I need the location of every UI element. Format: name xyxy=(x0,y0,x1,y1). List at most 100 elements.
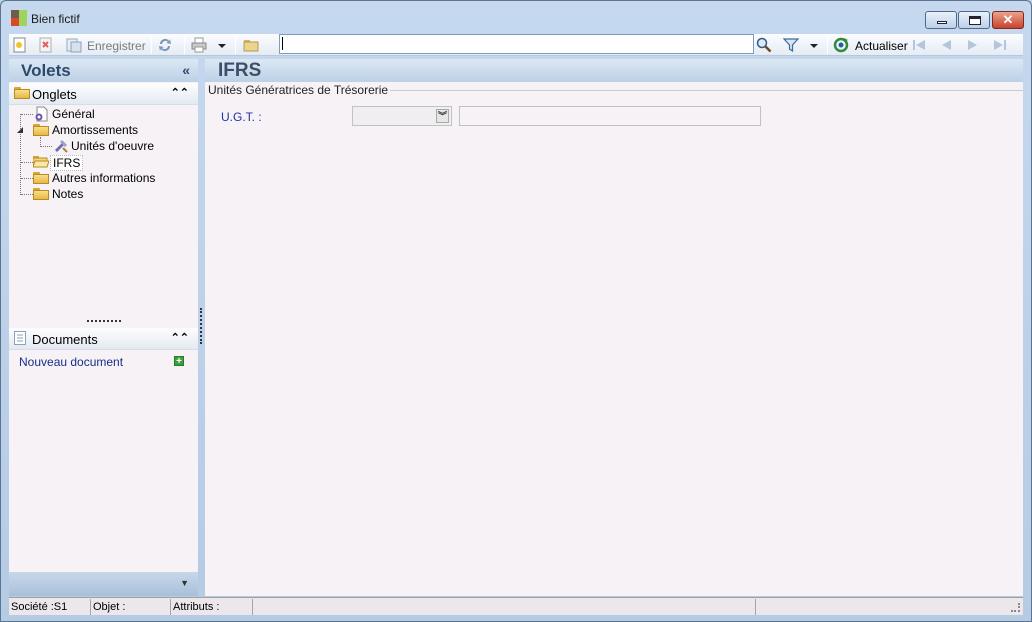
app-logo-icon xyxy=(11,10,27,26)
toolbar-separator xyxy=(235,36,236,54)
close-button[interactable]: ✕ xyxy=(992,11,1024,29)
folder-icon xyxy=(14,87,30,99)
general-page-icon xyxy=(35,106,48,122)
filter-dropdown-button[interactable] xyxy=(809,36,821,54)
folder-icon xyxy=(243,40,259,52)
last-icon xyxy=(994,40,1006,50)
close-icon: ✕ xyxy=(1002,12,1014,27)
status-bar: Société :S1 Objet : Attributs : xyxy=(9,597,1023,615)
volets-title: Volets xyxy=(21,61,71,80)
collapse-pane-icon[interactable]: « xyxy=(182,62,190,78)
previous-icon xyxy=(942,40,951,50)
tree-item-autres-informations[interactable]: Autres informations xyxy=(13,170,193,186)
tree-item-label: Notes xyxy=(52,187,84,201)
tree-item-notes[interactable]: Notes xyxy=(13,186,193,202)
main-panel: IFRS Unités Génératrices de Trésorerie U… xyxy=(205,59,1023,596)
minimize-icon xyxy=(937,21,947,24)
title-bar: Bien fictif ✕ xyxy=(1,1,1031,34)
status-empty-cell xyxy=(253,599,756,615)
add-document-icon[interactable]: + xyxy=(174,356,184,367)
new-document-link[interactable]: Nouveau document xyxy=(19,355,123,369)
save-icon xyxy=(66,38,82,53)
tree-item-label: Autres informations xyxy=(52,171,156,185)
toolbar-separator xyxy=(151,36,152,54)
maximize-button[interactable] xyxy=(958,11,990,29)
tree-item-label: Unités d'oeuvre xyxy=(71,139,155,153)
sync-icon xyxy=(159,39,171,52)
tree-item-amortissements[interactable]: Amortissements xyxy=(13,122,193,138)
save-label: Enregistrer xyxy=(87,39,146,53)
previous-record-button[interactable] xyxy=(938,36,956,54)
tools-icon xyxy=(55,140,68,153)
save-button[interactable]: Enregistrer xyxy=(66,36,146,54)
toolbar-separator xyxy=(827,36,828,54)
status-objet: Objet : xyxy=(91,599,171,615)
onglets-section-header[interactable]: Onglets ⌃⌃ xyxy=(9,83,198,105)
volets-header: Volets « xyxy=(9,59,198,82)
search-input[interactable] xyxy=(279,34,754,54)
chevron-down-icon[interactable]: ▼ xyxy=(180,578,189,588)
print-button[interactable] xyxy=(191,36,211,54)
folder-open-icon xyxy=(33,156,49,168)
filter-button[interactable] xyxy=(783,36,801,54)
section-splitter-handle[interactable] xyxy=(87,320,121,323)
chevron-up-double-icon[interactable]: ⌃⌃ xyxy=(171,86,189,99)
folder-icon xyxy=(33,124,49,136)
chevron-up-double-icon[interactable]: ⌃⌃ xyxy=(171,331,189,344)
status-attributs: Attributs : xyxy=(171,599,253,615)
maximize-icon xyxy=(969,16,981,25)
chevron-down-icon xyxy=(218,44,226,48)
tree-item-general[interactable]: Général xyxy=(13,106,193,122)
last-record-button[interactable] xyxy=(992,36,1010,54)
documents-section-header[interactable]: Documents ⌃⌃ xyxy=(9,328,198,350)
left-pane-footer: ▼ xyxy=(9,572,198,596)
next-record-button[interactable] xyxy=(965,36,983,54)
chevron-down-double-icon[interactable]: ︾ xyxy=(436,109,449,123)
status-societe: Société :S1 xyxy=(9,599,91,615)
ugt-label: U.G.T. : xyxy=(221,110,262,124)
application-window: Bien fictif ✕ Enregistrer Actualiser Vol… xyxy=(0,0,1032,622)
group-title: Unités Génératrices de Trésorerie xyxy=(208,83,391,97)
new-document-icon xyxy=(13,37,26,53)
next-icon xyxy=(968,40,977,50)
resize-grip-icon[interactable] xyxy=(1011,603,1020,612)
tree-item-label: Amortissements xyxy=(52,123,139,137)
tree-item-ifrs[interactable]: IFRS xyxy=(13,154,193,171)
window-title: Bien fictif xyxy=(31,12,80,26)
document-icon xyxy=(14,331,26,345)
pane-splitter-handle[interactable] xyxy=(200,308,202,344)
folder-icon xyxy=(33,172,49,184)
tree-item-unites-oeuvre[interactable]: Unités d'oeuvre xyxy=(13,138,193,154)
first-record-button[interactable] xyxy=(911,36,929,54)
chevron-down-icon xyxy=(810,44,818,48)
refresh-button[interactable]: Actualiser xyxy=(833,36,908,54)
ugt-select[interactable]: ︾ xyxy=(352,106,452,126)
refresh-icon xyxy=(833,37,849,53)
filter-icon xyxy=(783,38,799,53)
text-caret xyxy=(282,37,283,50)
ugt-description-field xyxy=(459,106,761,126)
new-button[interactable] xyxy=(12,36,30,54)
delete-button[interactable] xyxy=(38,36,56,54)
tree-item-label: Général xyxy=(52,107,95,121)
folder-icon xyxy=(33,188,49,200)
refresh-label: Actualiser xyxy=(855,39,908,53)
delete-icon xyxy=(39,37,52,53)
print-dropdown-button[interactable] xyxy=(217,36,229,54)
onglets-title: Onglets xyxy=(32,87,77,102)
first-icon xyxy=(913,40,925,50)
page-title: IFRS xyxy=(218,60,262,81)
tree-item-label: IFRS xyxy=(50,155,84,171)
toolbar: Enregistrer Actualiser xyxy=(9,34,1023,56)
group-divider xyxy=(365,90,1023,91)
open-folder-button[interactable] xyxy=(243,36,261,54)
left-pane: Volets « Onglets ⌃⌃ Général Amortissemen… xyxy=(9,59,198,596)
search-button[interactable] xyxy=(756,36,774,54)
printer-icon xyxy=(191,37,207,53)
sync-button[interactable] xyxy=(157,36,175,54)
main-header: IFRS xyxy=(205,59,1023,82)
expand-triangle-icon[interactable] xyxy=(16,126,24,134)
minimize-button[interactable] xyxy=(925,11,957,29)
toolbar-separator xyxy=(184,36,185,54)
search-icon xyxy=(756,37,772,53)
